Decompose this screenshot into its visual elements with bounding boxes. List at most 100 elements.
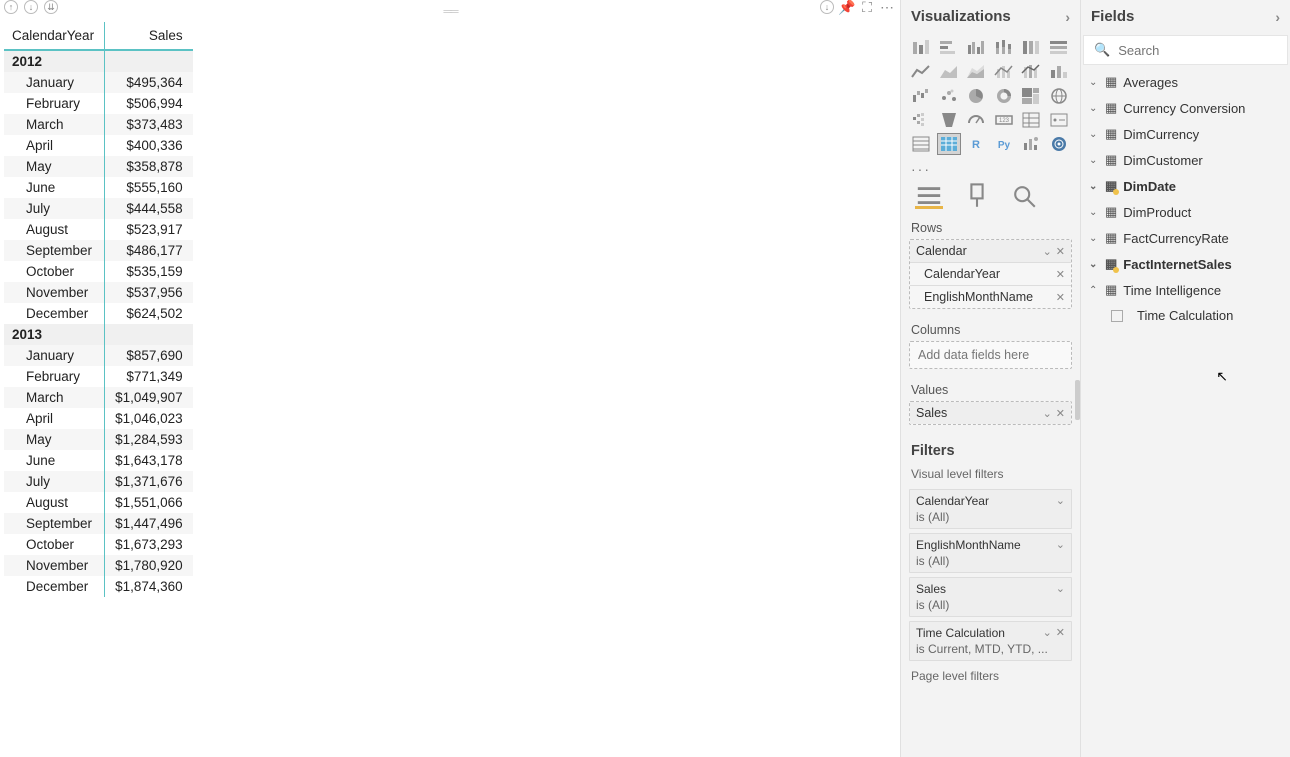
analytics-tab[interactable]	[1011, 185, 1039, 209]
drill-up-icon[interactable]: ↑	[4, 0, 18, 14]
chevron-icon[interactable]: ⌄	[1089, 181, 1099, 192]
chevron-down-icon[interactable]: ⌄	[1043, 245, 1052, 258]
month-row[interactable]: October$535,159	[4, 261, 193, 282]
month-row[interactable]: November$1,780,920	[4, 555, 193, 576]
month-row[interactable]: November$537,956	[4, 282, 193, 303]
drill-down-icon[interactable]: ↓	[24, 0, 38, 14]
viz-gauge[interactable]	[937, 109, 961, 131]
viz-stacked-bar-h[interactable]	[937, 37, 961, 59]
viz-stacked-area[interactable]	[964, 61, 988, 83]
more-visuals-icon[interactable]: ···	[901, 159, 1080, 179]
chevron-down-icon[interactable]: ⌄	[1043, 626, 1052, 639]
month-row[interactable]: April$1,046,023	[4, 408, 193, 429]
table-factcurrencyrate[interactable]: ⌄ ▦ FactCurrencyRate	[1081, 225, 1290, 251]
month-row[interactable]: August$523,917	[4, 219, 193, 240]
chevron-down-icon[interactable]: ⌄	[1043, 407, 1052, 420]
table-dimcustomer[interactable]: ⌄ ▦ DimCustomer	[1081, 147, 1290, 173]
chevron-icon[interactable]: ⌄	[1089, 103, 1099, 114]
viz-table[interactable]	[909, 133, 933, 155]
fields-tab[interactable]	[915, 185, 943, 209]
viz-funnel[interactable]	[909, 109, 933, 131]
remove-icon[interactable]: ✕	[1056, 245, 1065, 258]
filter-card[interactable]: Sales is (All) ⌄	[909, 577, 1072, 617]
matrix-visual[interactable]: CalendarYear Sales 2012January$495,364Fe…	[4, 22, 193, 597]
chevron-icon[interactable]: ⌄	[1089, 207, 1099, 218]
table-time-intelligence[interactable]: ⌃ ▦ Time Intelligence	[1081, 277, 1290, 303]
table-dimcurrency[interactable]: ⌄ ▦ DimCurrency	[1081, 121, 1290, 147]
checkbox[interactable]	[1111, 310, 1123, 322]
viz-py-visual[interactable]: Py	[992, 133, 1016, 155]
month-row[interactable]: August$1,551,066	[4, 492, 193, 513]
viz-stacked-bar[interactable]	[909, 37, 933, 59]
month-row[interactable]: January$857,690	[4, 345, 193, 366]
month-row[interactable]: February$506,994	[4, 93, 193, 114]
filter-card[interactable]: EnglishMonthName is (All) ⌄	[909, 533, 1072, 573]
drill-toggle-icon[interactable]: ↓	[820, 0, 834, 14]
chevron-down-icon[interactable]: ⌄	[1056, 538, 1065, 551]
viz-donut[interactable]	[992, 85, 1016, 107]
format-tab[interactable]	[963, 185, 991, 209]
columns-well[interactable]: Add data fields here	[909, 341, 1072, 369]
month-row[interactable]: September$1,447,496	[4, 513, 193, 534]
chevron-icon[interactable]: ⌃	[1089, 285, 1099, 296]
viz-ribbon[interactable]	[1047, 61, 1071, 83]
month-row[interactable]: April$400,336	[4, 135, 193, 156]
month-row[interactable]: December$1,874,360	[4, 576, 193, 597]
drag-handle-icon[interactable]: ══	[443, 4, 456, 18]
expand-all-icon[interactable]: ⇊	[44, 0, 58, 14]
table-averages[interactable]: ⌄ ▦ Averages	[1081, 69, 1290, 95]
month-row[interactable]: March$1,049,907	[4, 387, 193, 408]
remove-icon[interactable]: ✕	[1056, 268, 1065, 281]
collapse-viz-pane-icon[interactable]: ›	[1065, 9, 1070, 25]
month-row[interactable]: July$1,371,676	[4, 471, 193, 492]
viz-area[interactable]	[937, 61, 961, 83]
month-row[interactable]: March$373,483	[4, 114, 193, 135]
remove-icon[interactable]: ✕	[1056, 626, 1065, 639]
viz-clustered-bar[interactable]	[964, 37, 988, 59]
field-time-calculation[interactable]: Time Calculation	[1081, 303, 1290, 328]
viz-stacked-100-h[interactable]	[1047, 37, 1071, 59]
viz-card[interactable]	[964, 109, 988, 131]
viz-r-visual[interactable]: R	[964, 133, 988, 155]
column-header-year[interactable]: CalendarYear	[4, 22, 105, 50]
viz-scatter[interactable]	[937, 85, 961, 107]
viz-clustered-column[interactable]	[992, 37, 1016, 59]
viz-arcgis[interactable]	[1047, 133, 1071, 155]
search-fields-box[interactable]: 🔍	[1083, 35, 1288, 65]
month-row[interactable]: December$624,502	[4, 303, 193, 324]
viz-line-stacked[interactable]	[1019, 61, 1043, 83]
viz-multi-row-card[interactable]: 123	[992, 109, 1016, 131]
values-well[interactable]: Sales ⌄✕	[909, 401, 1072, 425]
collapse-fields-pane-icon[interactable]: ›	[1275, 9, 1280, 25]
viz-pie[interactable]	[964, 85, 988, 107]
month-row[interactable]: September$486,177	[4, 240, 193, 261]
chevron-down-icon[interactable]: ⌄	[1056, 494, 1065, 507]
focus-mode-icon[interactable]: ⛶	[860, 0, 874, 14]
month-row[interactable]: May$358,878	[4, 156, 193, 177]
month-row[interactable]: October$1,673,293	[4, 534, 193, 555]
filter-card[interactable]: Time Calculation is Current, MTD, YTD, .…	[909, 621, 1072, 661]
table-dimdate[interactable]: ⌄ ▦ DimDate	[1081, 173, 1290, 199]
viz-slicer[interactable]	[1047, 109, 1071, 131]
chevron-down-icon[interactable]: ⌄	[1056, 582, 1065, 595]
table-currency-conversion[interactable]: ⌄ ▦ Currency Conversion	[1081, 95, 1290, 121]
viz-key-influencer[interactable]	[1019, 133, 1043, 155]
viz-treemap[interactable]	[1019, 85, 1043, 107]
chevron-icon[interactable]: ⌄	[1089, 233, 1099, 244]
filter-card[interactable]: CalendarYear is (All) ⌄	[909, 489, 1072, 529]
search-input[interactable]	[1118, 43, 1290, 58]
month-row[interactable]: June$555,160	[4, 177, 193, 198]
remove-icon[interactable]: ✕	[1056, 291, 1065, 304]
month-row[interactable]: February$771,349	[4, 366, 193, 387]
viz-matrix[interactable]	[937, 133, 961, 155]
month-row[interactable]: July$444,558	[4, 198, 193, 219]
pin-icon[interactable]: 📌	[840, 0, 854, 14]
viz-stacked-100[interactable]	[1019, 37, 1043, 59]
column-header-sales[interactable]: Sales	[105, 22, 193, 50]
viz-line-clustered[interactable]	[992, 61, 1016, 83]
month-row[interactable]: May$1,284,593	[4, 429, 193, 450]
table-dimproduct[interactable]: ⌄ ▦ DimProduct	[1081, 199, 1290, 225]
viz-kpi[interactable]	[1019, 109, 1043, 131]
viz-waterfall[interactable]	[909, 85, 933, 107]
viz-map[interactable]	[1047, 85, 1071, 107]
